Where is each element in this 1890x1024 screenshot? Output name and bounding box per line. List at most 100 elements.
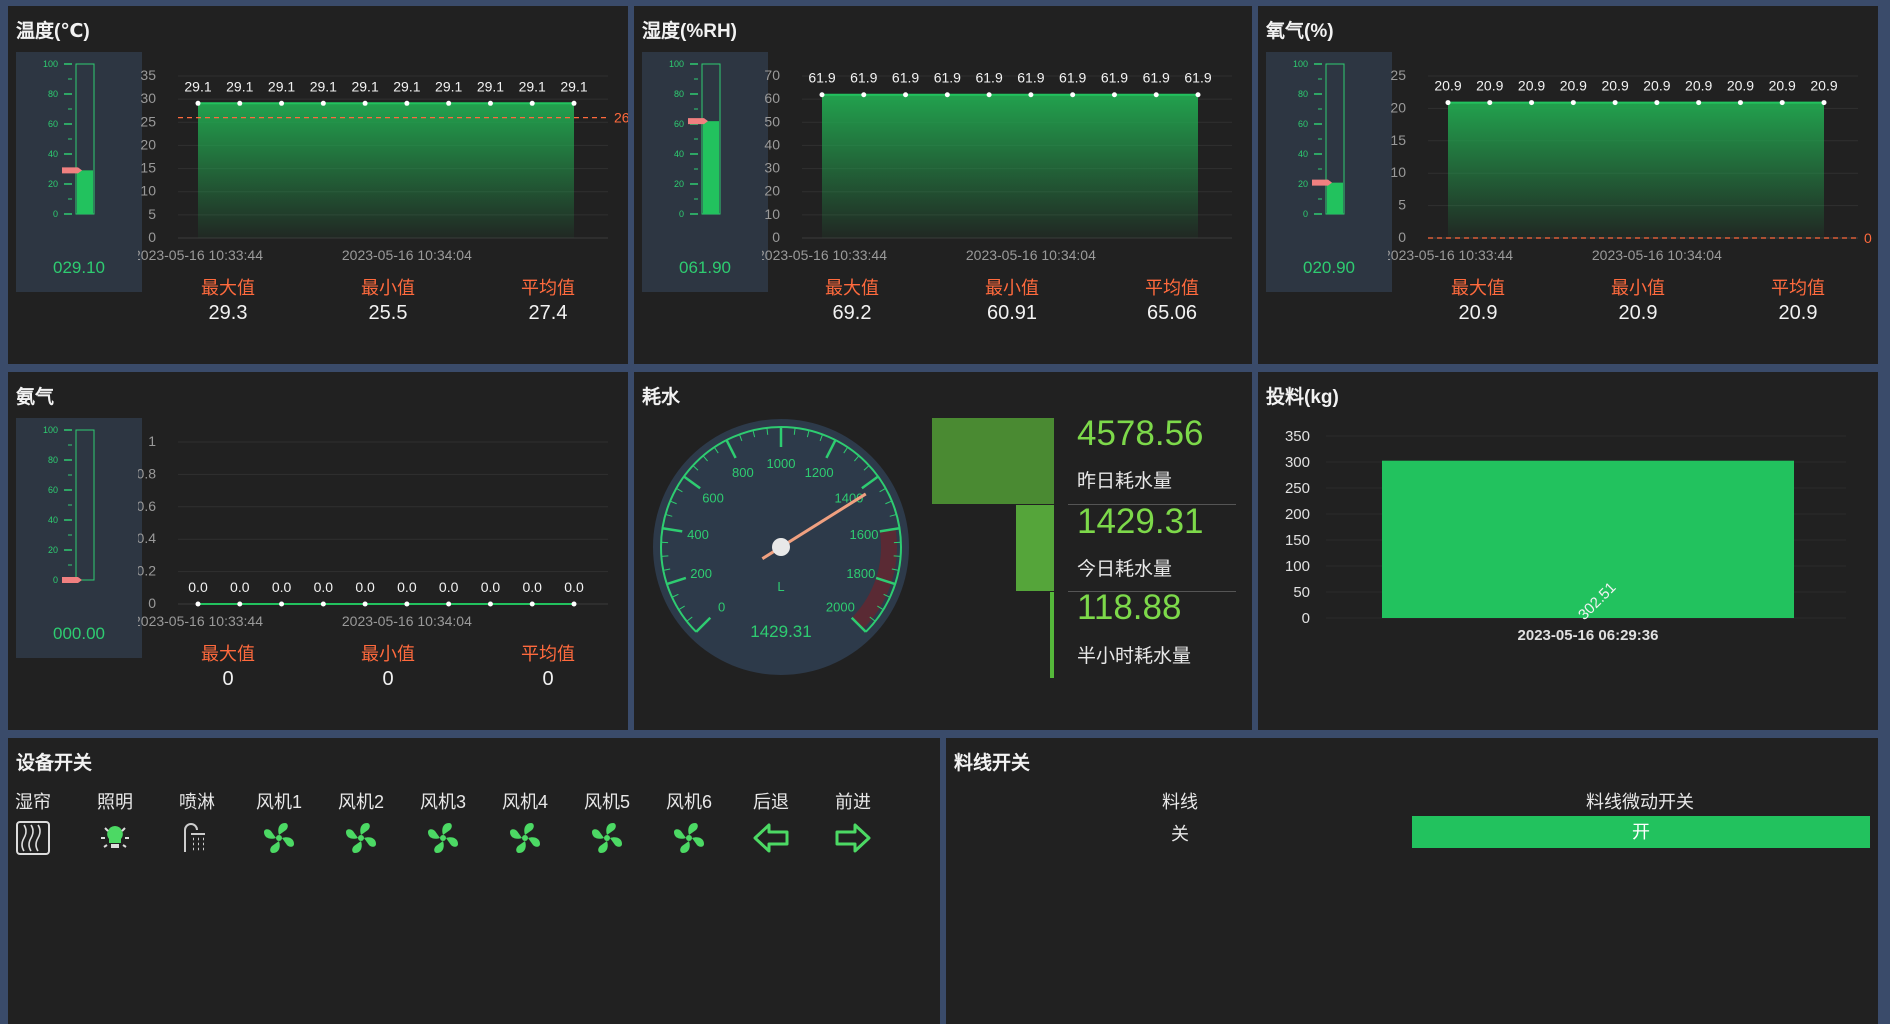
data-point — [1612, 100, 1618, 106]
gauge-value: 061.90 — [679, 258, 731, 277]
data-label: 29.1 — [268, 78, 295, 94]
temperature-panel: 温度(℃) 0 20 40 60 80 100 029.10 0 5 10 15 20 25 30 35… — [8, 6, 628, 364]
thermo-tick-label: 80 — [1298, 89, 1308, 99]
y-tick-label: 15 — [140, 160, 156, 176]
device-3[interactable]: 喷淋 — [162, 788, 232, 856]
y-tick-label: 70 — [764, 67, 780, 83]
feedline-micro-switch-header: 料线微动开关 — [1586, 792, 1694, 812]
feedline-micro-switch-button[interactable]: 开 — [1412, 816, 1870, 848]
panel-title: 耗水 — [642, 387, 681, 408]
curtain-icon[interactable] — [0, 820, 68, 856]
device-11[interactable]: 前进 — [818, 788, 888, 856]
dial-minor-tick — [893, 555, 901, 557]
y-tick-label: 50 — [1293, 584, 1310, 601]
arrow-left-icon[interactable] — [736, 820, 806, 856]
data-point — [1737, 100, 1743, 106]
x-tick-label: 2023-05-16 10:33:44 — [1388, 247, 1513, 263]
y-tick-label: 10 — [1390, 164, 1406, 180]
device-5[interactable]: 风机2 — [326, 788, 396, 856]
data-point — [362, 601, 368, 607]
data-label: 0.0 — [314, 579, 334, 595]
device-9[interactable]: 风机6 — [654, 788, 724, 856]
x-tick-label: 2023-05-16 10:34:04 — [966, 247, 1096, 263]
thermo-pointer — [688, 118, 708, 125]
device-6[interactable]: 风机3 — [408, 788, 478, 856]
device-10[interactable]: 后退 — [736, 788, 806, 856]
panel-title: 湿度(%RH) — [642, 21, 737, 42]
arrow-right-icon[interactable] — [818, 820, 888, 856]
thermo-tick-label: 0 — [1303, 209, 1308, 219]
fan-icon[interactable] — [654, 820, 724, 856]
feedline-status[interactable]: 关 — [1130, 820, 1230, 846]
y-tick-label: 25 — [140, 113, 156, 129]
device-2[interactable]: 照明 — [80, 788, 150, 856]
stat-min: 最小值 25.5 — [328, 274, 448, 325]
thermo-tick-label: 0 — [53, 575, 58, 585]
gauge-value: 000.00 — [53, 624, 105, 643]
thermometer-gauge: 0 20 40 60 80 100 000.00 — [16, 418, 142, 658]
device-8[interactable]: 风机5 — [572, 788, 642, 856]
device-label: 风机1 — [255, 792, 302, 812]
feed-bar-chart: 050100150200250300350302.512023-05-16 06… — [1285, 428, 1846, 644]
device-1[interactable]: 湿帘 — [0, 788, 68, 856]
data-point — [1696, 100, 1702, 106]
thermo-tick-label: 100 — [669, 59, 684, 69]
data-label: 20.9 — [1643, 78, 1670, 94]
fan-icon[interactable] — [326, 820, 396, 856]
fan-icon[interactable] — [490, 820, 560, 856]
stat-label: 平均值 — [521, 644, 575, 664]
y-tick-label: 25 — [1390, 67, 1406, 83]
data-label: 61.9 — [1017, 70, 1044, 86]
thermometer-gauge: 0 20 40 60 80 100 029.10 — [16, 52, 142, 292]
thermo-pointer — [1312, 179, 1332, 186]
panel-title: 料线开关 — [954, 753, 1031, 774]
stats-row: 最大值 0 最小值 0 平均值 0 — [138, 640, 668, 690]
thermo-tick-label: 100 — [43, 59, 58, 69]
y-tick-label: 0 — [148, 229, 156, 245]
data-label: 0.0 — [397, 579, 417, 595]
thermo-tube — [75, 429, 95, 581]
fan-icon[interactable] — [408, 820, 478, 856]
data-point — [819, 92, 825, 98]
data-point — [1654, 100, 1660, 106]
y-tick-label: 0 — [1398, 229, 1406, 245]
dial-value: 1429.31 — [750, 622, 811, 641]
data-point — [1070, 92, 1076, 98]
device-label: 风机3 — [419, 792, 466, 812]
device-7[interactable]: 风机4 — [490, 788, 560, 856]
stat-label: 平均值 — [1771, 278, 1825, 298]
stat-label: 最大值 — [1451, 278, 1505, 298]
data-point — [195, 601, 201, 607]
data-label: 20.9 — [1434, 78, 1461, 94]
data-point — [1111, 92, 1117, 98]
shower-icon[interactable] — [162, 820, 232, 856]
dial-tick-label: 1800 — [846, 566, 875, 581]
data-point — [986, 92, 992, 98]
thermometer-graphic: 0 20 40 60 80 100 — [43, 59, 95, 219]
stat-value: 20.9 — [1778, 302, 1818, 324]
thermometer-gauge: 0 20 40 60 80 100 061.90 — [642, 52, 768, 292]
data-label: 0.0 — [188, 579, 208, 595]
fan-icon[interactable] — [572, 820, 642, 856]
panel-title: 投料(kg) — [1266, 387, 1339, 408]
data-point — [1529, 100, 1535, 106]
device-4[interactable]: 风机1 — [244, 788, 314, 856]
gauge-value: 029.10 — [53, 258, 105, 277]
stat-min: 最小值 20.9 — [1578, 274, 1698, 325]
data-label: 20.9 — [1685, 78, 1712, 94]
stat-value: 0 — [542, 668, 554, 690]
stat-min: 最小值 60.91 — [952, 274, 1072, 325]
thermo-tick-label: 60 — [674, 119, 684, 129]
device-label: 喷淋 — [179, 792, 215, 812]
data-point — [362, 100, 368, 106]
thermometer-graphic: 0 20 40 60 80 100 — [43, 425, 95, 585]
stat-avg: 平均值 65.06 — [1112, 274, 1232, 325]
bulb-icon[interactable] — [80, 820, 150, 856]
stat-max: 最大值 20.9 — [1418, 274, 1538, 325]
fan-icon[interactable] — [244, 820, 314, 856]
data-label: 61.9 — [1059, 70, 1086, 86]
y-tick-label: 15 — [1390, 132, 1406, 148]
y-tick-label: 1 — [148, 433, 156, 449]
thermometer-gauge: 0 20 40 60 80 100 020.90 — [1266, 52, 1392, 292]
y-tick-label: 200 — [1285, 506, 1310, 523]
